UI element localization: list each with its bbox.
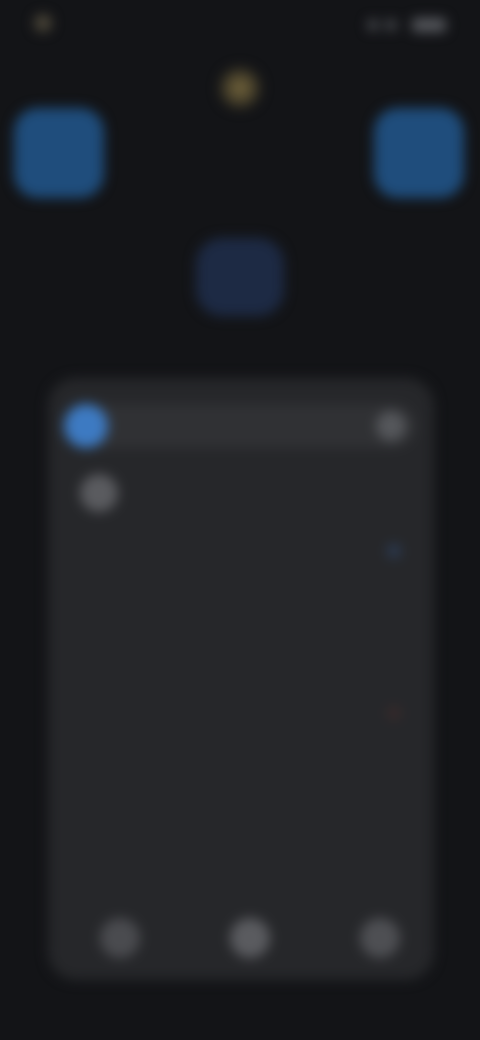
list-item[interactable]: [80, 644, 400, 674]
footer-right-icon[interactable]: [360, 918, 400, 958]
list-item[interactable]: [80, 590, 400, 620]
notification-icon: [34, 14, 52, 32]
status-bar-right: [368, 18, 446, 32]
quick-action-right-button[interactable]: [374, 108, 464, 198]
center-app-icon[interactable]: [196, 238, 284, 316]
brightness-icon[interactable]: [218, 66, 262, 110]
list-item[interactable]: [80, 806, 400, 836]
more-tab-icon[interactable]: [376, 411, 406, 441]
panel-tabs: [64, 404, 416, 448]
list-item[interactable]: [80, 698, 400, 728]
battery-icon: [412, 18, 446, 32]
wifi-icon: [368, 20, 378, 30]
status-bar-left: [34, 14, 62, 32]
list-item[interactable]: [80, 752, 400, 782]
quick-action-left-button[interactable]: [14, 108, 104, 198]
footer-left-icon[interactable]: [100, 918, 140, 958]
footer-center-icon[interactable]: [230, 918, 270, 958]
list-item[interactable]: [80, 536, 400, 566]
signal-icon: [386, 20, 396, 30]
status-dot-icon: [388, 707, 400, 719]
account-row[interactable]: [80, 474, 134, 512]
toggle-icon[interactable]: [388, 545, 400, 557]
tab-1[interactable]: [64, 404, 108, 448]
panel-footer-actions: [100, 918, 400, 958]
settings-panel: [48, 378, 434, 980]
avatar: [80, 474, 118, 512]
